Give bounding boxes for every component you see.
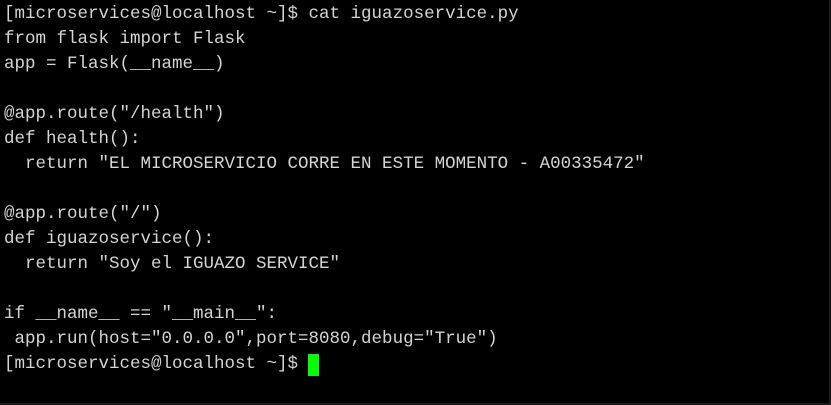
terminal-line: def health():	[4, 129, 141, 149]
shell-prompt: [microservices@localhost ~]$	[4, 354, 299, 374]
prompt-line[interactable]: [microservices@localhost ~]$	[4, 352, 831, 377]
terminal-line: app.run(host="0.0.0.0",port=8080,debug="…	[4, 329, 498, 349]
terminal-line: if __name__ == "__main__":	[4, 304, 278, 324]
terminal-line: return "Soy el IGUAZO SERVICE"	[4, 254, 341, 274]
terminal-line: @app.route("/")	[4, 204, 162, 224]
terminal-line: app = Flask(__name__)	[4, 54, 225, 74]
terminal-line: return "EL MICROSERVICIO CORRE EN ESTE M…	[4, 154, 645, 174]
terminal-line: from flask import Flask	[4, 29, 246, 49]
terminal-line: def iguazoservice():	[4, 229, 215, 249]
terminal-window[interactable]: [microservices@localhost ~]$ cat iguazos…	[0, 0, 831, 405]
terminal-line: @app.route("/health")	[4, 104, 225, 124]
text-cursor	[308, 353, 320, 376]
terminal-line: [microservices@localhost ~]$ cat iguazos…	[4, 4, 519, 24]
